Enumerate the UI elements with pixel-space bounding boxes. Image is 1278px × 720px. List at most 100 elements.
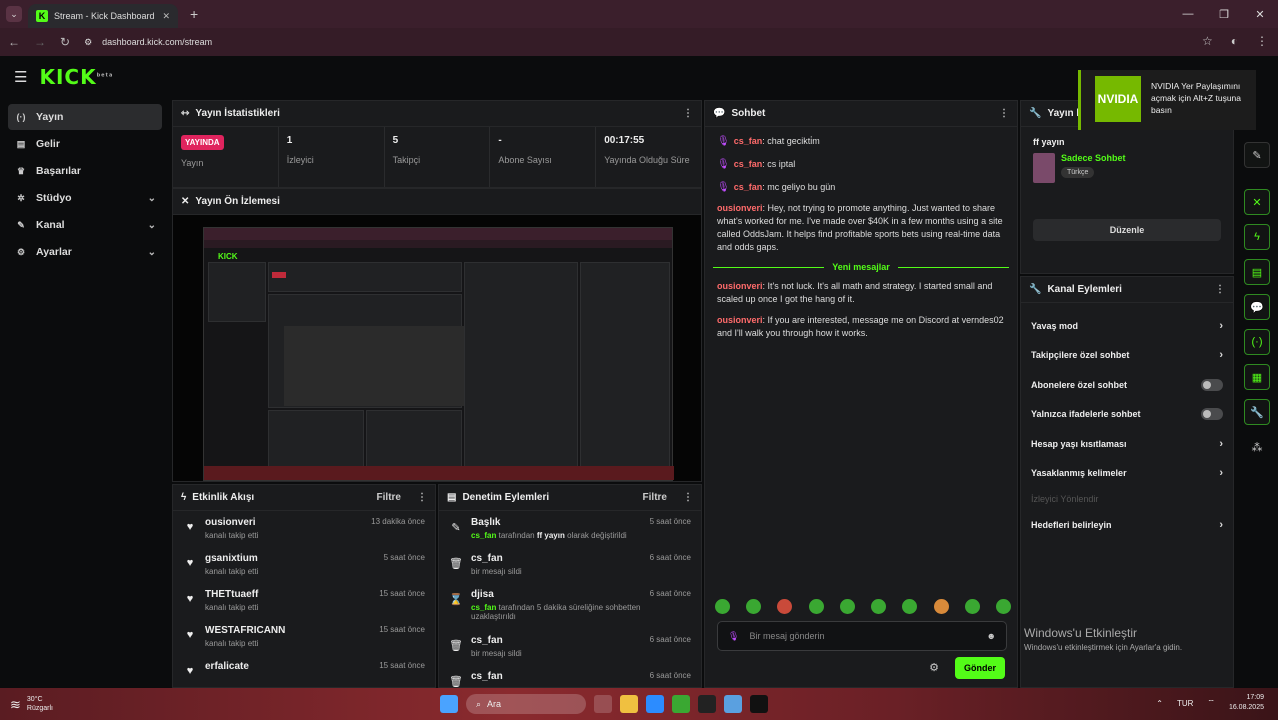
list-item: ♥ ousionveri kanalı takip etti 13 dakika ön…: [173, 511, 435, 547]
more-icon[interactable]: ⋮: [683, 108, 693, 119]
heart-icon: ♥: [186, 629, 194, 641]
emote-icon[interactable]: [715, 599, 730, 614]
menu-icon[interactable]: ⋮: [1256, 34, 1268, 48]
more-icon[interactable]: ⋮: [417, 492, 427, 503]
close-tab-icon[interactable]: ✕: [162, 11, 170, 22]
start-icon[interactable]: [440, 695, 458, 713]
action-goals[interactable]: Hedefleri belirleyin ›: [1021, 510, 1233, 540]
emote-icon[interactable]: [746, 599, 762, 614]
network-icon[interactable]: ⌔: [1207, 698, 1215, 708]
sidebar-item-ayarlar[interactable]: ⚙ Ayarlar ⌄: [8, 239, 162, 265]
more-icon[interactable]: ⋮: [1215, 284, 1225, 295]
broadcast-icon[interactable]: (·): [1244, 329, 1270, 355]
category-link[interactable]: Sadece Sohbet: [1061, 153, 1126, 163]
sidebar-item-gelir[interactable]: ▤ Gelir: [8, 131, 162, 157]
edge-icon[interactable]: [646, 695, 664, 713]
filter-button[interactable]: Filtre: [643, 492, 667, 503]
expand-icon: ✕: [181, 196, 190, 207]
emote-icon[interactable]: [964, 599, 980, 614]
clock[interactable]: 17:09 16.08.2025: [1229, 693, 1264, 713]
toggle-switch[interactable]: [1201, 378, 1223, 391]
chevron-right-icon: ›: [1219, 349, 1223, 362]
stream-preview-panel: ✕ Yayın Ön İzlemesi KICK: [172, 188, 702, 482]
action-account-age[interactable]: Hesap yaşı kısıtlaması ›: [1021, 429, 1233, 459]
chevron-right-icon: ›: [1219, 319, 1223, 332]
sidebar-item-studyo[interactable]: ✲ Stüdyo ⌄: [8, 185, 162, 211]
sidebar-item-kanal[interactable]: ✎ Kanal ⌄: [8, 212, 162, 238]
chat-icon[interactable]: 💬: [1244, 294, 1270, 320]
language-indicator[interactable]: TUR: [1177, 699, 1193, 708]
emote-icon[interactable]: [902, 599, 918, 614]
maximize-icon[interactable]: ❐: [1206, 8, 1242, 21]
chevron-up-icon[interactable]: ⌃: [1156, 699, 1163, 708]
send-button[interactable]: Gönder: [955, 657, 1005, 679]
minimize-icon[interactable]: —: [1170, 8, 1206, 20]
chat-input-placeholder: Bir mesaj gönderin: [749, 631, 825, 641]
system-tray: ⌃ TUR ⌔ 17:09 16.08.2025: [1156, 693, 1264, 713]
toggle-switch[interactable]: [1201, 408, 1223, 421]
action-emotes-only[interactable]: Yalnızca ifadelerle sohbet: [1021, 400, 1233, 430]
weather-widget[interactable]: ≋ 30°C Rüzgarlı: [10, 695, 53, 713]
stream-preview-video[interactable]: KICK: [173, 215, 701, 481]
new-tab-button[interactable]: +: [190, 6, 198, 22]
expand-icon[interactable]: ✕: [1244, 189, 1270, 215]
chevron-down-icon: ⌄: [147, 246, 156, 258]
chevron-right-icon: ›: [1219, 518, 1223, 531]
site-info-icon[interactable]: ⚙: [84, 37, 92, 48]
chat-settings-icon[interactable]: ⚙: [929, 661, 939, 674]
unreal-icon[interactable]: [750, 695, 768, 713]
app-icon[interactable]: [672, 695, 690, 713]
chat-input[interactable]: 🎙 Bir mesaj gönderin ☻: [717, 621, 1007, 651]
sidebar-item-yayin[interactable]: (·) Yayın: [8, 104, 162, 130]
kick-logo[interactable]: KICKbeta: [39, 65, 113, 89]
tab-list-button[interactable]: ⌄: [6, 6, 22, 22]
browser-tab[interactable]: K Stream - Kick Dashboard ✕: [28, 4, 178, 28]
action-subscribers-only[interactable]: Abonelere özel sohbet: [1021, 370, 1233, 400]
url-field[interactable]: dashboard.kick.com/stream: [102, 37, 212, 47]
reload-icon[interactable]: ↻: [60, 35, 70, 49]
sidebar-item-basarilar[interactable]: ♛ Başarılar: [8, 158, 162, 184]
stat-uptime: 00:17:55 Yayında Olduğu Süre: [604, 135, 690, 165]
emote-icon[interactable]: [839, 599, 855, 614]
emote-icon[interactable]: [808, 599, 824, 614]
more-icon[interactable]: ⋮: [999, 108, 1009, 119]
taskbar-search[interactable]: ⌕ Ara: [466, 694, 586, 714]
emote-icon[interactable]: [995, 599, 1011, 614]
bookmark-icon[interactable]: ☆: [1202, 34, 1213, 48]
forward-icon[interactable]: →: [34, 35, 46, 49]
title-icon: ✎: [451, 522, 461, 534]
emote-icon[interactable]: [777, 599, 793, 614]
document-icon[interactable]: ▤: [1244, 259, 1270, 285]
trash-icon: 🗑: [449, 640, 463, 652]
add-widget-icon[interactable]: ⁂: [1244, 434, 1270, 460]
emoji-icon[interactable]: ☻: [987, 631, 996, 641]
preview-screen: KICK: [203, 227, 674, 481]
bolt-icon[interactable]: ϟ: [1244, 224, 1270, 250]
moderation-icon[interactable]: ▦: [1244, 364, 1270, 390]
back-icon[interactable]: ←: [8, 35, 20, 49]
emote-bar: [715, 599, 1011, 614]
emote-icon[interactable]: [933, 599, 949, 614]
gear-icon: ⚙: [16, 246, 26, 257]
obs-icon[interactable]: [698, 695, 716, 713]
file-explorer-icon[interactable]: [620, 695, 638, 713]
task-view-icon[interactable]: [594, 695, 612, 713]
heart-icon: ♥: [186, 557, 194, 569]
more-icon[interactable]: ⋮: [683, 492, 693, 503]
chat-message: ousionveri: If you are interested, messa…: [717, 315, 1004, 338]
wrench-icon[interactable]: 🔧: [1244, 399, 1270, 425]
trophy-icon: ♛: [16, 165, 26, 176]
action-slow-mode[interactable]: Yavaş mod ›: [1021, 311, 1233, 341]
filter-button[interactable]: Filtre: [377, 492, 401, 503]
emote-icon[interactable]: [871, 599, 887, 614]
pencil-icon[interactable]: ✎: [1244, 142, 1270, 168]
trash-icon: 🗑: [449, 558, 463, 570]
close-window-icon[interactable]: ✕: [1242, 8, 1278, 21]
extensions-icon[interactable]: ◐: [1231, 34, 1238, 48]
chat-message: 🎙 cs_fan: mc geliyo bu gün: [717, 182, 836, 193]
hamburger-icon[interactable]: ☰: [14, 68, 27, 86]
edit-button[interactable]: Düzenle: [1033, 219, 1221, 241]
action-followers-only[interactable]: Takipçilere özel sohbet ›: [1021, 341, 1233, 371]
app-icon[interactable]: [724, 695, 742, 713]
action-banned-words[interactable]: Yasaklanmış kelimeler ›: [1021, 459, 1233, 489]
